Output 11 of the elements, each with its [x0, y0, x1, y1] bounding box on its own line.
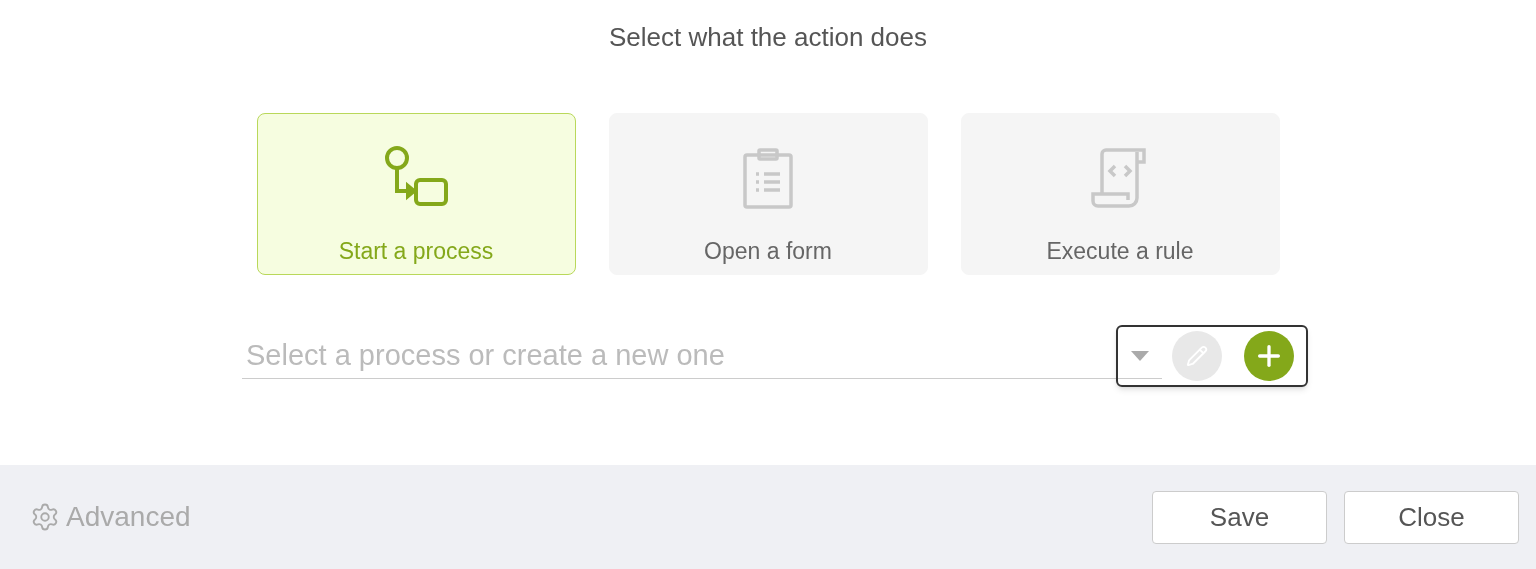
- action-option-card[interactable]: Execute a rule: [960, 113, 1280, 275]
- process-select-field[interactable]: Select a process or create a new one: [242, 333, 1162, 379]
- footer-button[interactable]: Close: [1344, 490, 1519, 544]
- dialog-heading: Select what the action does: [609, 21, 927, 54]
- dropdown-caret-icon[interactable]: [1130, 350, 1150, 362]
- action-option-card[interactable]: Start a process: [256, 113, 576, 275]
- footer-button[interactable]: Save: [1152, 490, 1327, 544]
- clipboard-icon: [742, 148, 794, 210]
- action-option-card[interactable]: Open a form: [608, 113, 928, 275]
- add-button[interactable]: [1244, 331, 1294, 381]
- settings-icon: [30, 502, 60, 532]
